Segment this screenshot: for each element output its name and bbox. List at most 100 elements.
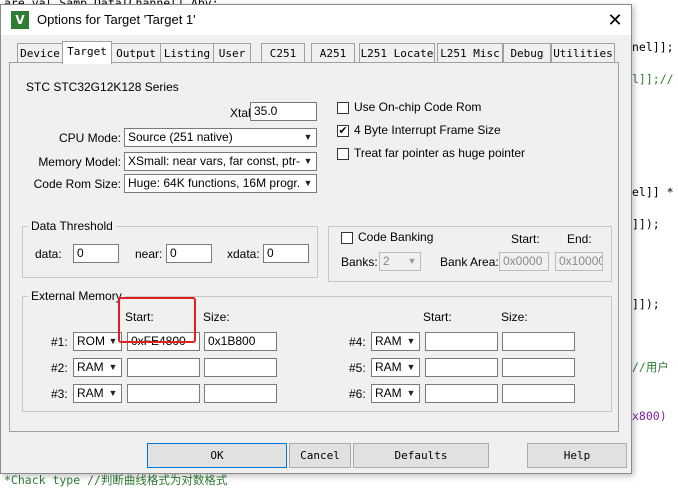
interrupt-frame-label: 4 Byte Interrupt Frame Size (354, 123, 501, 137)
ext-start-input[interactable] (425, 358, 498, 377)
ext-row-label: #2: (51, 361, 68, 375)
data-threshold-title: Data Threshold (28, 219, 116, 233)
xtal-label: Xtal: (229, 106, 254, 120)
code-line: l]];// (632, 72, 674, 86)
near-threshold-input[interactable]: 0 (166, 244, 212, 263)
ext-row-label: #6: (349, 387, 366, 401)
bank-end-input[interactable]: 0x10000 (555, 252, 603, 271)
help-button[interactable]: Help (527, 443, 627, 468)
tab-utilities[interactable]: Utilities (551, 43, 615, 63)
ext-size-input[interactable] (204, 384, 277, 403)
xtal-input[interactable]: 35.0 (250, 102, 317, 121)
interrupt-frame-checkbox[interactable]: ✔ (337, 125, 349, 137)
external-memory-title: External Memory (28, 289, 125, 303)
ext-type-select[interactable]: ROM ▼ (73, 332, 122, 351)
code-line: nel]]; (632, 40, 674, 54)
tab-l251-misc[interactable]: L251 Misc (437, 43, 503, 63)
code-line: ]]); (632, 217, 660, 231)
far-pointer-label: Treat far pointer as huge pointer (354, 146, 525, 160)
code-rom-size-label: Code Rom Size: (33, 177, 121, 191)
memory-model-label: Memory Model: (38, 155, 121, 169)
tab-l251-locate[interactable]: L251 Locate (359, 43, 435, 63)
chevron-down-icon: ▼ (105, 359, 121, 376)
on-chip-rom-checkbox[interactable] (337, 102, 349, 114)
ext-type-select[interactable]: RAM ▼ (371, 332, 420, 351)
ext-row-label: #3: (51, 387, 68, 401)
code-rom-size-value: Huge: 64K functions, 16M progr. (128, 176, 301, 190)
bank-start-input[interactable]: 0x0000 (499, 252, 549, 271)
code-line: //用户 (632, 360, 669, 374)
tab-output[interactable]: Output (111, 43, 161, 63)
code-rom-size-select[interactable]: Huge: 64K functions, 16M progr. ▼ (124, 174, 317, 193)
tab-listing[interactable]: Listing (160, 43, 214, 63)
cpu-mode-select[interactable]: Source (251 native) ▼ (124, 128, 317, 147)
ext-type-value: RAM (77, 386, 104, 400)
cpu-mode-label: CPU Mode: (58, 131, 121, 145)
tab-user[interactable]: User (213, 43, 251, 63)
banks-value: 2 (383, 254, 390, 268)
memory-model-select[interactable]: XSmall: near vars, far const, ptr-4 ▼ (124, 152, 317, 171)
tab-a251[interactable]: A251 (311, 43, 355, 63)
data-label: data: (35, 247, 62, 261)
cancel-button[interactable]: Cancel (289, 443, 351, 468)
code-banking-group: Code Banking Start: End: Banks: 2 ▼ Bank… (328, 226, 612, 282)
ext-type-value: RAM (375, 360, 402, 374)
ext-type-select[interactable]: RAM ▼ (371, 358, 420, 377)
defaults-button[interactable]: Defaults (353, 443, 489, 468)
ext-start-label-right: Start: (423, 310, 452, 324)
data-threshold-group: Data Threshold data: 0 near: 0 xdata: 0 (22, 219, 318, 278)
tab-target[interactable]: Target (62, 41, 112, 64)
annotation-highlight-box (118, 297, 196, 343)
chevron-down-icon: ▼ (300, 153, 316, 170)
xdata-threshold-input[interactable]: 0 (263, 244, 309, 263)
ext-type-select[interactable]: RAM ▼ (73, 358, 122, 377)
ext-type-select[interactable]: RAM ▼ (371, 384, 420, 403)
data-threshold-input[interactable]: 0 (73, 244, 119, 263)
external-memory-group: External Memory Start: Size: Start: Size… (22, 289, 612, 412)
bank-start-label: Start: (511, 232, 540, 246)
close-icon[interactable]: ✕ (604, 9, 626, 31)
on-chip-rom-label: Use On-chip Code Rom (354, 100, 482, 114)
far-pointer-checkbox[interactable] (337, 148, 349, 160)
ext-size-label-right: Size: (501, 310, 528, 324)
chevron-down-icon: ▼ (105, 385, 121, 402)
banks-select[interactable]: 2 ▼ (379, 252, 421, 271)
ext-type-value: RAM (375, 386, 402, 400)
ext-start-input[interactable] (127, 358, 200, 377)
code-banking-checkbox[interactable] (341, 232, 353, 244)
ext-size-input[interactable] (502, 384, 575, 403)
title-bar[interactable]: V Options for Target 'Target 1' ✕ (1, 5, 631, 35)
bank-end-label: End: (567, 232, 592, 246)
chevron-down-icon: ▼ (404, 253, 420, 270)
ext-size-input[interactable] (502, 358, 575, 377)
chevron-down-icon: ▼ (403, 359, 419, 376)
code-line: ]]); (632, 297, 660, 311)
ext-row-label: #5: (349, 361, 366, 375)
ext-size-label-left: Size: (203, 310, 230, 324)
ext-start-input[interactable] (425, 332, 498, 351)
banks-label: Banks: (341, 255, 378, 269)
chevron-down-icon: ▼ (300, 129, 316, 146)
ext-start-input[interactable] (425, 384, 498, 403)
ext-size-input[interactable] (502, 332, 575, 351)
dialog-title: Options for Target 'Target 1' (37, 12, 196, 27)
code-line: *Chack type //判断曲线格式为对数格式 (4, 473, 228, 487)
ext-size-input[interactable] (204, 358, 277, 377)
chevron-down-icon: ▼ (403, 333, 419, 350)
tab-c251[interactable]: C251 (261, 43, 305, 63)
device-name: STC STC32G12K128 Series (26, 80, 179, 94)
ext-start-input[interactable] (127, 384, 200, 403)
ext-row-label: #4: (349, 335, 366, 349)
code-line: x800) (632, 409, 667, 423)
tab-device[interactable]: Device (17, 43, 63, 63)
keil-app-icon: V (11, 11, 29, 29)
ext-type-value: RAM (375, 334, 402, 348)
ext-type-select[interactable]: RAM ▼ (73, 384, 122, 403)
target-tab-panel: STC STC32G12K128 Series Xtal: 35.0 CPU M… (9, 62, 619, 432)
memory-model-value: XSmall: near vars, far const, ptr-4 (128, 154, 307, 168)
ext-size-input[interactable]: 0x1B800 (204, 332, 277, 351)
tab-debug[interactable]: Debug (503, 43, 551, 63)
ok-button[interactable]: OK (147, 443, 287, 468)
bank-area-label: Bank Area: (440, 255, 499, 269)
code-banking-label: Code Banking (358, 230, 434, 244)
